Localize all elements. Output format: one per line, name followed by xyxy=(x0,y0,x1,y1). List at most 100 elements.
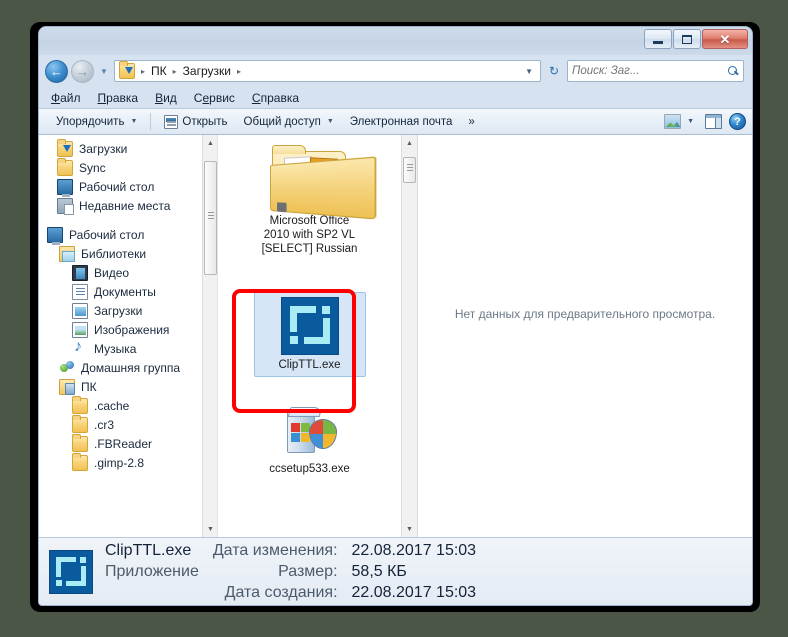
file-item-ccsetup[interactable]: ccsetup533.exe xyxy=(254,403,366,480)
chevron-down-icon: ▼ xyxy=(326,118,334,125)
maximize-icon xyxy=(682,34,692,44)
menu-item-view[interactable]: Вид xyxy=(155,91,177,105)
back-button[interactable]: ← xyxy=(45,59,68,83)
sidebar-item-1[interactable]: Sync xyxy=(39,157,217,177)
sidebar-item-7[interactable]: Видео xyxy=(39,263,217,282)
preview-pane: Нет данных для предварительного просмотр… xyxy=(417,135,752,537)
sidebar-item-12[interactable]: Домашняя группа xyxy=(39,358,217,377)
email-button[interactable]: Электронная почта xyxy=(343,113,460,131)
toolbar-overflow-button[interactable]: » xyxy=(461,113,481,131)
minimize-icon xyxy=(653,40,663,44)
details-created-label: Дата создания: xyxy=(224,583,338,601)
details-file-type: Приложение xyxy=(105,562,199,580)
sidebar-item-label: Библиотеки xyxy=(81,246,147,261)
view-mode-button[interactable]: ▼ xyxy=(660,112,698,131)
file-item-clipttl[interactable]: ClipTTL.exe xyxy=(253,292,366,377)
sidebar-item-14[interactable]: .cache xyxy=(39,395,217,415)
sidebar-item-label: Изображения xyxy=(94,322,170,337)
arrow-left-icon: ← xyxy=(50,63,63,79)
sidebar-item-0[interactable]: Загрузки xyxy=(39,138,217,158)
preview-message: Нет данных для предварительного просмотр… xyxy=(454,307,716,321)
menu-item-help[interactable]: Справка xyxy=(252,91,299,105)
sidebar-item-16[interactable]: .FBReader xyxy=(39,433,217,453)
refresh-button[interactable]: ↻ xyxy=(544,60,564,82)
file-item-folder[interactable]: RAR Microsoft Office 2010 with SP2 VL [S… xyxy=(254,141,376,260)
search-box[interactable] xyxy=(567,60,744,82)
package-lid xyxy=(287,407,322,417)
address-dropdown-icon[interactable]: ▼ xyxy=(520,67,538,76)
navigation-group-spacer xyxy=(39,215,217,225)
breadcrumb[interactable]: ▸ ПК ▸ Загрузки ▸ ▼ xyxy=(114,60,541,82)
preview-pane-button[interactable] xyxy=(701,112,726,131)
sidebar-item-6[interactable]: Библиотеки xyxy=(39,244,217,263)
view-mode-icon xyxy=(664,114,682,129)
menu-rest: правка xyxy=(260,90,300,105)
icon-shape xyxy=(289,336,298,344)
share-button[interactable]: Общий доступ ▼ xyxy=(237,113,341,131)
open-file-icon xyxy=(164,114,179,129)
sidebar-item-label: Видео xyxy=(94,265,130,280)
menu-item-file[interactable]: Файл xyxy=(51,91,81,105)
recent-pages-dropdown[interactable]: ▼ xyxy=(97,67,111,76)
navigation-scrollbar[interactable]: ▲ ▼ xyxy=(202,135,217,537)
breadcrumb-item-downloads[interactable]: Загрузки xyxy=(180,63,234,79)
sidebar-item-11[interactable]: Музыка xyxy=(39,338,217,358)
preview-pane-icon xyxy=(705,114,722,129)
menu-rest: айл xyxy=(60,90,81,105)
sidebar-item-10[interactable]: Изображения xyxy=(39,320,217,339)
icon-shape xyxy=(289,306,297,332)
sidebar-item-5[interactable]: Рабочий стол xyxy=(39,225,217,245)
open-button[interactable]: Открыть xyxy=(157,112,234,132)
maximize-button[interactable] xyxy=(673,29,701,49)
forward-button[interactable]: → xyxy=(71,59,94,83)
sidebar-item-3[interactable]: Недавние места xyxy=(39,196,217,215)
music-library-icon xyxy=(72,338,88,357)
sidebar-item-2[interactable]: Рабочий стол xyxy=(39,177,217,197)
refresh-icon: ↻ xyxy=(548,64,560,78)
downloads-library-icon xyxy=(72,302,88,319)
minimize-button[interactable] xyxy=(644,29,672,49)
menu-rest: ид xyxy=(163,90,177,105)
windows-flag-icon xyxy=(290,423,311,443)
close-button[interactable]: ✕ xyxy=(702,29,748,49)
organize-button[interactable]: Упорядочить ▼ xyxy=(49,113,144,131)
details-pane: ClipTTL.exe Приложение Дата изменения: Р… xyxy=(39,537,752,605)
clipttl-app-icon xyxy=(280,297,339,355)
details-primary-column: ClipTTL.exe Приложение xyxy=(105,542,199,602)
title-bar[interactable]: ✕ xyxy=(39,27,752,55)
sidebar-item-13[interactable]: ПК xyxy=(39,377,217,396)
sidebar-item-9[interactable]: Загрузки xyxy=(39,301,217,320)
sidebar-item-label: Домашняя группа xyxy=(81,360,181,375)
window-controls: ✕ xyxy=(644,29,748,49)
breadcrumb-item-pc[interactable]: ПК xyxy=(148,63,170,79)
sidebar-item-15[interactable]: .cr3 xyxy=(39,414,217,434)
sidebar-item-label: Рабочий стол xyxy=(69,227,145,242)
menu-rest: рвис xyxy=(209,90,235,105)
address-bar: ← → ▼ ▸ ПК ▸ Загрузки ▸ ▼ ↻ xyxy=(39,55,752,87)
sidebar-item-17[interactable]: .gimp-2.8 xyxy=(39,452,217,472)
breadcrumb-separator: ▸ xyxy=(236,66,241,76)
folder-icon xyxy=(72,414,88,433)
scrollbar-thumb[interactable] xyxy=(204,161,217,275)
menu-item-tools[interactable]: Сервис xyxy=(194,91,235,105)
search-input[interactable] xyxy=(572,65,728,77)
navigation-pane[interactable]: Загрузки Sync Рабочий стол Недавние места Ра… xyxy=(39,135,217,537)
arrow-right-icon: → xyxy=(76,63,89,79)
downloads-folder-icon xyxy=(119,61,135,79)
file-name-label: ccsetup533.exe xyxy=(269,463,350,475)
sidebar-item-label: .cr3 xyxy=(94,417,115,432)
menu-item-edit[interactable]: Правка xyxy=(98,91,139,105)
scroll-up-button[interactable]: ▲ xyxy=(402,135,417,151)
scroll-down-button[interactable]: ▼ xyxy=(402,521,417,537)
recent-places-icon xyxy=(57,197,74,215)
file-name-label: Microsoft Office 2010 with SP2 VL [SELEC… xyxy=(261,215,358,255)
scroll-down-button[interactable]: ▼ xyxy=(203,521,217,537)
toolbar: Упорядочить ▼ Открыть Общий доступ ▼ Эле… xyxy=(39,108,752,135)
sidebar-item-8[interactable]: Документы xyxy=(39,282,217,301)
close-icon: ✕ xyxy=(719,31,731,47)
scroll-up-button[interactable]: ▲ xyxy=(203,135,217,151)
scrollbar-thumb[interactable] xyxy=(403,157,416,183)
help-button[interactable]: ? xyxy=(729,113,746,130)
file-list-scrollbar[interactable]: ▲ ▼ xyxy=(401,135,417,537)
file-list-pane[interactable]: RAR Microsoft Office 2010 with SP2 VL [S… xyxy=(217,135,417,537)
